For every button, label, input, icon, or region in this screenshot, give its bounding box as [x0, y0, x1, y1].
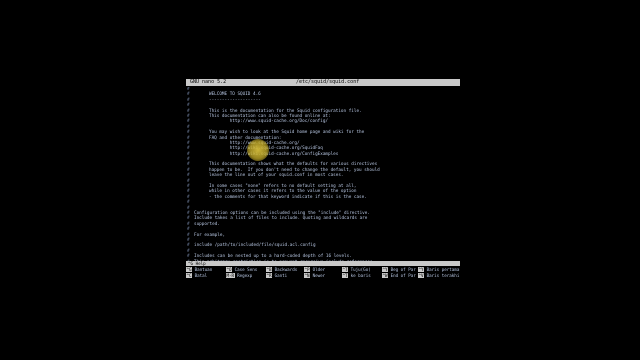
nano-title-bar: GNU nano 5.2 /etc/squid/squid.conf [186, 79, 460, 86]
shortcut-key: M-R [226, 273, 235, 278]
shortcut-label: Tuju(Go) [348, 267, 371, 272]
shortcut-item[interactable]: ^R Ganti [266, 273, 287, 279]
shortcut-item[interactable]: ^W End of Par [382, 273, 416, 279]
video-frame: GNU nano 5.2 /etc/squid/squid.conf # # WEL… [0, 0, 640, 360]
open-file-path: /etc/squid/squid.conf [296, 79, 360, 85]
line-text: while in other cases it refers to the va… [209, 189, 357, 195]
shortcut-label: ke baris [348, 273, 371, 278]
line-text: For example, [194, 232, 226, 238]
status-bar: ^G Help [186, 261, 460, 266]
shortcut-label: Older [310, 267, 326, 272]
shortcut-label: Beg of Par [388, 267, 416, 272]
line-text: Includes can be nested up to a hard-code… [194, 254, 352, 260]
shortcut-label: Baris terakhir [424, 273, 460, 278]
line-text: -------------------- [209, 97, 261, 103]
line-text: http://wiki.squid-cache.org/SquidFaq [209, 146, 323, 152]
shortcut-row: ^C Batal M-R Regexp ^R Ganti ^N Newer ^T ke … [186, 273, 460, 279]
editor-version: GNU nano 5.2 [190, 79, 227, 85]
line-text: WELCOME TO SQUID 4.6 [209, 92, 261, 98]
line-text: leave the line out of your squid.conf in… [209, 173, 344, 179]
shortcut-label: Baris pertama [424, 267, 460, 272]
shortcut-label: Case Sens [232, 267, 258, 272]
shortcut-item[interactable]: ^C Batal [186, 273, 207, 279]
shortcut-item[interactable]: M-R Regexp [226, 273, 252, 279]
line-text: Include takes a list of files to include… [194, 216, 368, 222]
shortcut-label: Ganti [272, 273, 288, 278]
shortcut-label: Newer [310, 273, 326, 278]
shortcut-label: Bantuan [192, 267, 213, 272]
shortcut-label: Batal [192, 273, 208, 278]
shortcut-item[interactable]: ^N Newer [304, 273, 325, 279]
shortcut-label: Regexp [234, 273, 253, 278]
line-text: - the comments for that keyword indicate… [209, 194, 367, 200]
line-text: http://wiki.squid-cache.org/ConfigExampl… [209, 151, 339, 157]
line-text: You may wish to look at the Squid home p… [209, 130, 365, 136]
shortcut-item[interactable]: ^V Baris terakhir [418, 273, 460, 279]
line-text: This documentation shows what the defaul… [209, 162, 378, 168]
line-text: FAQ and other documentation: [209, 135, 282, 141]
line-text: This is the documentation for the Squid … [209, 108, 362, 114]
line-text: supported. [194, 221, 220, 227]
shortcut-item[interactable]: ^T ke baris [342, 273, 371, 279]
shortcut-label: Backwards [272, 267, 298, 272]
nano-editor-window: GNU nano 5.2 /etc/squid/squid.conf # # WEL… [186, 79, 460, 280]
line-text: include /path/to/included/file/squid.acl… [194, 243, 316, 249]
shortcut-label: End of Par [388, 273, 416, 278]
line-text: http://www.squid-cache.org/Doc/config/ [209, 119, 328, 125]
shortcut-bar: ^G Bantuan ^O Case Sens ^B Backwards ^P Old… [186, 267, 460, 279]
file-content[interactable]: # # WELCOME TO SQUID 4.6 # -----------------… [186, 87, 460, 263]
